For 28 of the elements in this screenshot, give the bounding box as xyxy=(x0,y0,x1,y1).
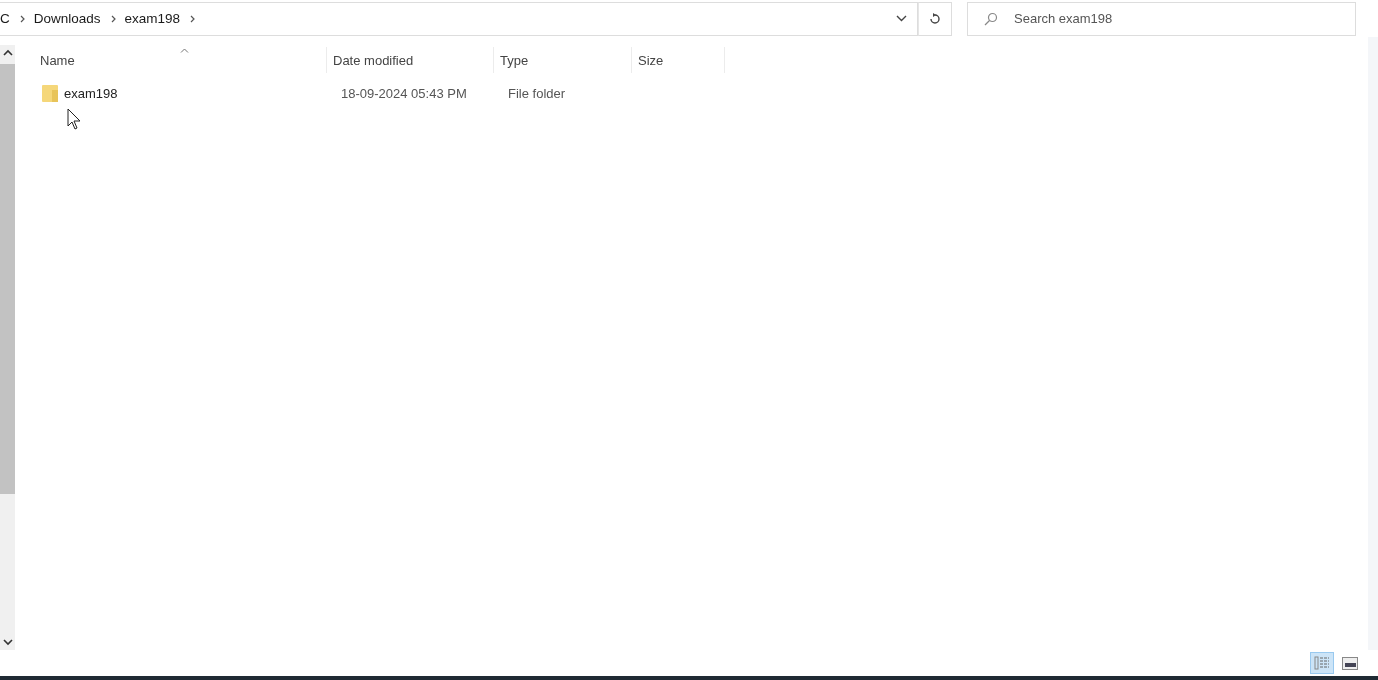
scroll-down-icon[interactable] xyxy=(2,639,13,646)
type-cell: File folder xyxy=(508,85,566,101)
sort-caret-icon xyxy=(180,48,189,53)
preview-pane-icon xyxy=(1342,656,1358,670)
search-field[interactable]: Search exam198 xyxy=(967,1,1356,36)
scrollbar-thumb[interactable] xyxy=(0,64,15,494)
chevron-icon[interactable] xyxy=(19,14,26,23)
chevron-icon[interactable] xyxy=(110,14,117,23)
vertical-scrollbar[interactable] xyxy=(0,45,15,650)
details-list-icon xyxy=(1314,656,1330,670)
folder-icon xyxy=(42,84,58,102)
column-header[interactable]: Type xyxy=(494,47,632,73)
mouse-pointer-icon xyxy=(67,108,81,130)
date-modified-cell: 18-09-2024 05:43 PM xyxy=(341,85,467,101)
scroll-up-icon[interactable] xyxy=(2,49,13,56)
chevron-icon[interactable] xyxy=(190,14,197,23)
breadcrumb-item[interactable]: Downloads xyxy=(33,11,101,26)
breadcrumb-item[interactable]: exam198 xyxy=(124,11,181,26)
refresh-icon xyxy=(929,12,941,25)
caret-icon xyxy=(896,15,907,22)
column-header[interactable]: Date modified xyxy=(327,47,494,73)
search-icon xyxy=(984,11,998,26)
column-header[interactable]: Size xyxy=(632,47,725,73)
column-header[interactable]: Name xyxy=(34,47,327,73)
refresh-button[interactable] xyxy=(918,1,952,36)
breadcrumb-item[interactable]: C xyxy=(0,11,10,26)
address-bar[interactable]: C Downloads exam198 xyxy=(0,1,918,36)
file-name[interactable]: exam198 xyxy=(64,85,118,101)
